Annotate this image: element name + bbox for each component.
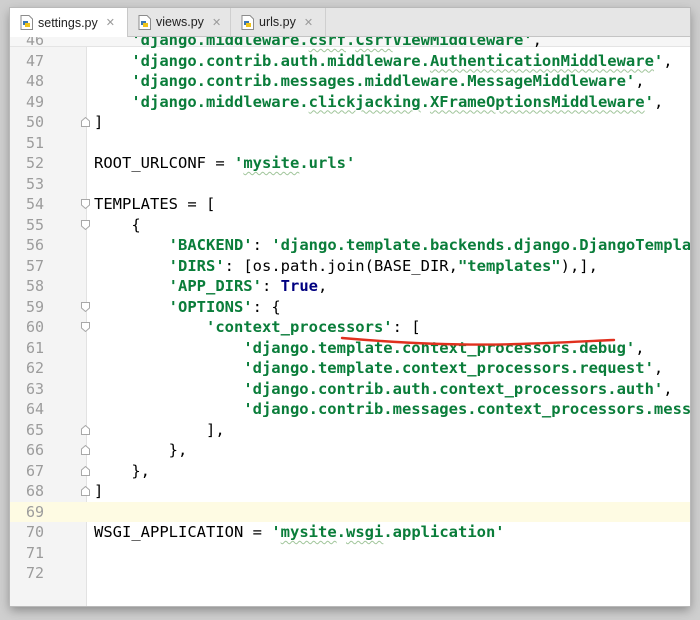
line-number: 54 (25, 195, 44, 213)
fold-marker-icon[interactable] (81, 117, 90, 127)
line-number: 57 (25, 256, 44, 275)
code-text: 'django.template.context_processors.requ… (243, 359, 664, 377)
code-text: ROOT_URLCONF = 'mysite.urls' (94, 154, 356, 172)
line-number: 72 (25, 564, 44, 582)
code-line[interactable]: 62 'django.template.context_processors.r… (10, 358, 690, 379)
code-text: WSGI_APPLICATION = 'mysite.wsgi.applicat… (94, 523, 505, 541)
code-line[interactable]: 54 TEMPLATES = [ (10, 194, 690, 215)
editor-tab-bar: settings.py ✕ views.py ✕ urls.py ✕ (10, 8, 690, 37)
tab-urls-py[interactable]: urls.py ✕ (231, 8, 326, 36)
code-text: 'django.middleware.csrf.CsrfViewMiddlewa… (131, 37, 542, 49)
line-number: 67 (25, 461, 44, 480)
line-number: 68 (25, 482, 44, 500)
line-number: 56 (25, 236, 44, 254)
code-text: 'django.middleware.clickjacking.XFrameOp… (131, 92, 664, 111)
line-number: 70 (25, 523, 44, 541)
line-number: 51 (25, 133, 44, 152)
line-number: 47 (25, 51, 44, 70)
code-line[interactable]: 64 'django.contrib.messages.context_proc… (10, 399, 690, 420)
line-number: 65 (25, 420, 44, 439)
code-text: }, (94, 441, 188, 459)
close-icon[interactable]: ✕ (106, 16, 115, 29)
code-line[interactable]: 59 'OPTIONS': { (10, 297, 690, 318)
code-line[interactable]: 67 }, (10, 461, 690, 482)
code-line[interactable]: 49 'django.middleware.clickjacking.XFram… (10, 92, 690, 113)
line-number: 48 (25, 72, 44, 90)
code-line[interactable]: 66 }, (10, 440, 690, 461)
line-number: 60 (25, 318, 44, 336)
line-number: 64 (25, 400, 44, 418)
ide-window: settings.py ✕ views.py ✕ urls.py ✕ 46 'd… (10, 8, 690, 606)
code-text: { (94, 215, 141, 234)
code-line[interactable]: 69 (10, 501, 690, 522)
code-line[interactable]: 56 'BACKEND': 'django.template.backends.… (10, 235, 690, 256)
line-number: 52 (25, 154, 44, 172)
line-number: 58 (25, 277, 44, 295)
code-text: }, (94, 461, 150, 480)
code-text: 'django.contrib.messages.context_process… (243, 400, 690, 418)
line-number: 59 (25, 297, 44, 316)
line-number: 50 (25, 113, 44, 131)
python-file-icon (138, 14, 151, 30)
close-icon[interactable]: ✕ (212, 16, 221, 29)
code-line[interactable]: 47 'django.contrib.auth.middleware.Authe… (10, 51, 690, 72)
line-number: 61 (25, 338, 44, 357)
fold-marker-icon[interactable] (81, 486, 90, 496)
code-text: ] (94, 113, 104, 131)
fold-marker-icon[interactable] (81, 424, 90, 435)
fold-marker-icon[interactable] (81, 322, 90, 332)
code-text: 'OPTIONS': { (168, 297, 281, 316)
code-line[interactable]: 46 'django.middleware.csrf.CsrfViewMiddl… (10, 37, 690, 51)
code-text: 'DIRS': [os.path.join(BASE_DIR,"template… (168, 256, 598, 275)
code-line[interactable]: 63 'django.contrib.auth.context_processo… (10, 379, 690, 400)
line-number: 66 (25, 441, 44, 459)
code-line[interactable]: 71 (10, 543, 690, 564)
python-file-icon (20, 15, 33, 30)
code-line[interactable]: 55 { (10, 215, 690, 236)
fold-marker-icon[interactable] (81, 219, 90, 230)
close-icon[interactable]: ✕ (304, 16, 313, 29)
code-line[interactable]: 52 ROOT_URLCONF = 'mysite.urls' (10, 153, 690, 174)
code-line[interactable]: 48 'django.contrib.messages.middleware.M… (10, 71, 690, 92)
code-text: ] (94, 482, 104, 500)
tab-label: views.py (156, 15, 204, 29)
code-text: 'django.contrib.auth.context_processors.… (243, 379, 673, 398)
line-number: 53 (25, 174, 44, 193)
code-line[interactable]: 72 (10, 563, 690, 584)
code-line[interactable]: 51 (10, 133, 690, 154)
code-editor[interactable]: 46 'django.middleware.csrf.CsrfViewMiddl… (10, 37, 690, 606)
code-text: 'django.contrib.auth.middleware.Authenti… (131, 51, 673, 70)
fold-marker-icon[interactable] (81, 199, 90, 209)
code-line[interactable]: 70 WSGI_APPLICATION = 'mysite.wsgi.applic… (10, 522, 690, 543)
line-number: 49 (25, 92, 44, 111)
line-number: 63 (25, 379, 44, 398)
fold-marker-icon[interactable] (81, 445, 90, 455)
tab-settings-py[interactable]: settings.py ✕ (10, 8, 128, 37)
code-line[interactable]: 53 (10, 174, 690, 195)
code-line[interactable]: 65 ], (10, 420, 690, 441)
line-number: 69 (25, 502, 44, 521)
code-line[interactable]: 68] (10, 481, 690, 502)
code-text: TEMPLATES = [ (94, 195, 216, 213)
line-number: 71 (25, 543, 44, 562)
code-line[interactable]: 57 'DIRS': [os.path.join(BASE_DIR,"templ… (10, 256, 690, 277)
tab-label: settings.py (38, 15, 98, 30)
code-text: 'BACKEND': 'django.template.backends.dja… (168, 236, 690, 254)
code-text: 'APP_DIRS': True, (168, 277, 328, 295)
fold-marker-icon[interactable] (81, 465, 90, 476)
line-number: 46 (25, 37, 44, 49)
tab-label: urls.py (259, 15, 296, 29)
line-number: 55 (25, 215, 44, 234)
tab-views-py[interactable]: views.py ✕ (128, 8, 231, 36)
python-file-icon (241, 14, 254, 30)
fold-marker-icon[interactable] (81, 301, 90, 312)
code-text: ], (94, 420, 225, 439)
line-number: 62 (25, 359, 44, 377)
code-line[interactable]: 58 'APP_DIRS': True, (10, 276, 690, 297)
code-line[interactable]: 50] (10, 112, 690, 133)
code-text: 'django.contrib.messages.middleware.Mess… (131, 72, 645, 90)
red-underline-annotation (340, 336, 616, 346)
